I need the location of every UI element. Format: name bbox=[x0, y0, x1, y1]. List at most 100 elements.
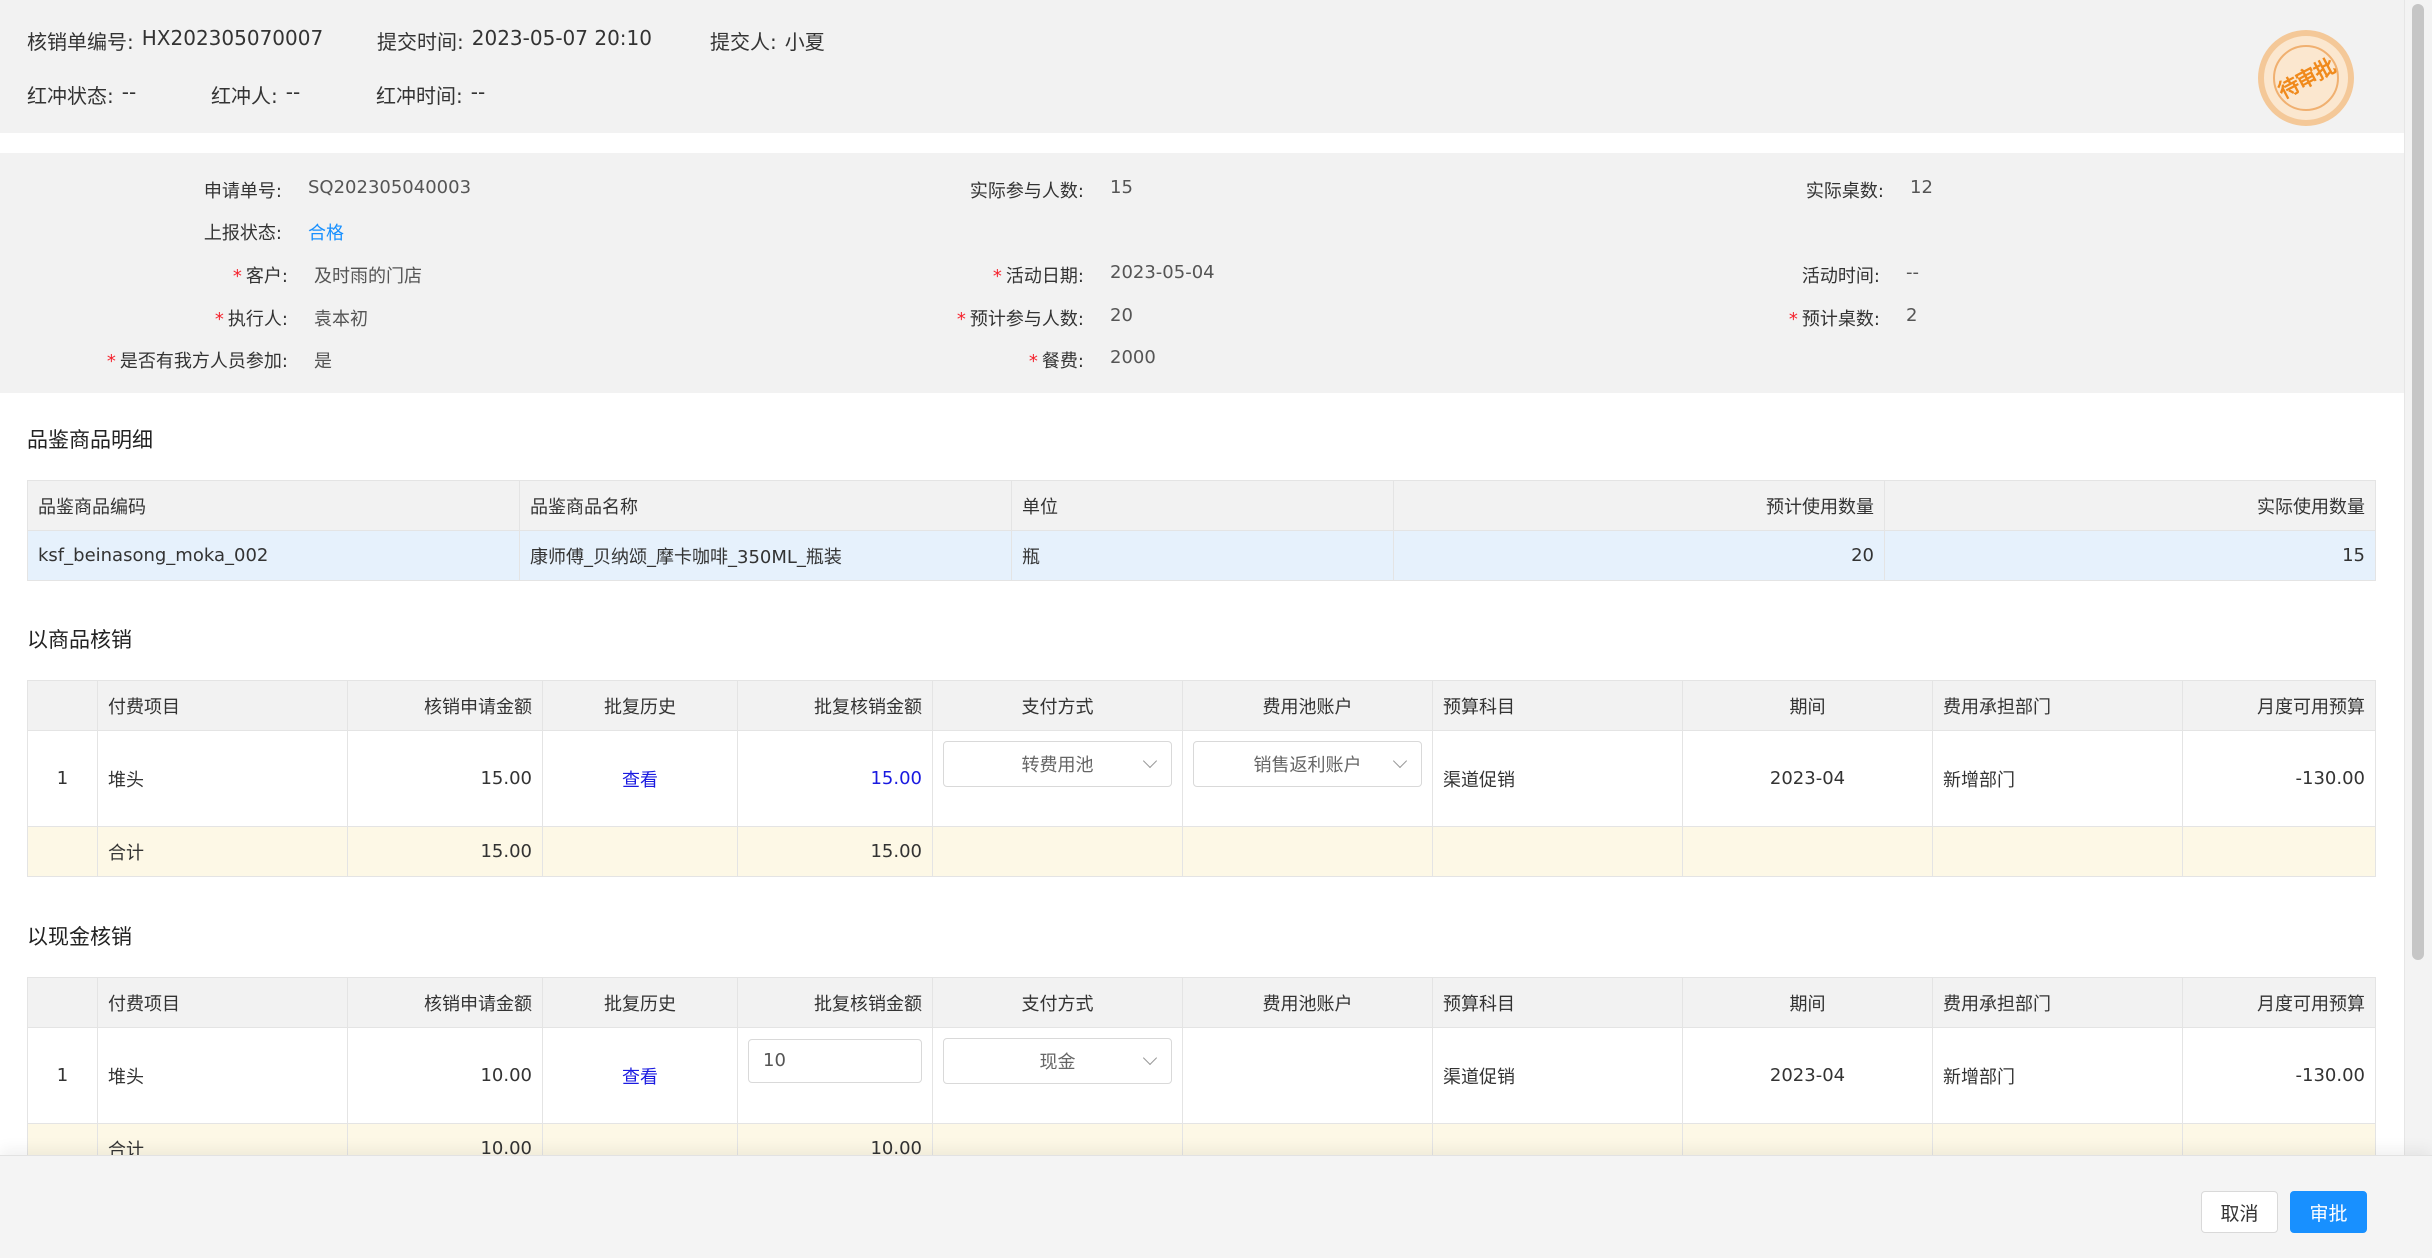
required-mark: * bbox=[1788, 309, 1798, 330]
total-label: 合计 bbox=[97, 826, 348, 877]
cancel-button[interactable]: 取消 bbox=[2201, 1191, 2278, 1233]
column-header: 费用承担部门 bbox=[1932, 680, 2183, 731]
column-header: 核销申请金额 bbox=[347, 680, 543, 731]
pay-method-select[interactable]: 现金 bbox=[943, 1037, 1172, 1084]
pool-account-select[interactable]: 销售返利账户 bbox=[1193, 740, 1422, 787]
fee-item: 堆头 bbox=[97, 730, 348, 827]
scrollbar-thumb[interactable] bbox=[2412, 4, 2424, 960]
column-header: 预计使用数量 bbox=[1393, 480, 1885, 531]
pay-method-value: 转费用池 bbox=[1021, 754, 1094, 776]
view-history-link[interactable]: 查看 bbox=[622, 1067, 658, 1088]
approved-amount-input[interactable]: 10 bbox=[748, 1038, 922, 1083]
period: 2023-04 bbox=[1682, 730, 1933, 827]
column-header: 批复历史 bbox=[542, 977, 738, 1028]
scroll-area[interactable]: 核销单编号: HX202305070007 提交时间: 2023-05-07 2… bbox=[0, 0, 2404, 1155]
approve-button[interactable]: 审批 bbox=[2290, 1191, 2367, 1233]
submitter-group: 提交人: 小夏 bbox=[710, 26, 825, 55]
header-row-1: 核销单编号: HX202305070007 bbox=[27, 26, 323, 55]
submitter-label: 提交人: bbox=[710, 30, 777, 54]
empty-cell bbox=[1682, 1123, 1933, 1155]
product-code: ksf_beinasong_moka_002 bbox=[27, 530, 520, 581]
empty-cell bbox=[27, 826, 98, 877]
column-header: 品鉴商品名称 bbox=[519, 480, 1012, 531]
meal-fee: 2000 bbox=[1110, 347, 1156, 368]
budget-subject: 渠道促销 bbox=[1432, 1027, 1683, 1124]
goods-writeoff-table: 付费项目 核销申请金额 批复历史 批复核销金额 支付方式 费用池账户 预算科目 … bbox=[27, 680, 2376, 877]
customer-label: 客户: bbox=[245, 266, 288, 287]
activity-date-label: 活动日期: bbox=[1005, 266, 1084, 287]
empty-cell bbox=[1182, 1123, 1433, 1155]
empty-cell bbox=[1932, 1123, 2183, 1155]
column-header: 品鉴商品编码 bbox=[27, 480, 520, 531]
approved-amount: 15.00 bbox=[737, 730, 933, 827]
column-header bbox=[27, 977, 98, 1028]
column-header: 费用池账户 bbox=[1182, 977, 1433, 1028]
meal-fee-label: 餐费: bbox=[1041, 351, 1084, 372]
column-header: 预算科目 bbox=[1432, 680, 1683, 731]
row-index: 1 bbox=[27, 1027, 98, 1124]
executor: 袁本初 bbox=[314, 309, 368, 330]
chevron-down-icon bbox=[1142, 1050, 1158, 1065]
product-unit: 瓶 bbox=[1011, 530, 1394, 581]
planned-tables-label: 预计桌数: bbox=[1801, 309, 1880, 330]
footer-bar: 取消 审批 bbox=[0, 1155, 2432, 1258]
view-history-link[interactable]: 查看 bbox=[622, 770, 658, 791]
table-row[interactable]: ksf_beinasong_moka_002 康师傅_贝纳颂_摩卡咖啡_350M… bbox=[27, 530, 2376, 581]
chevron-down-icon bbox=[1142, 753, 1158, 768]
period: 2023-04 bbox=[1682, 1027, 1933, 1124]
submit-time-group: 提交时间: 2023-05-07 20:10 bbox=[377, 26, 652, 55]
column-header: 单位 bbox=[1011, 480, 1394, 531]
required-mark: * bbox=[214, 309, 224, 330]
planned-tables: 2 bbox=[1906, 305, 1918, 326]
activity-info: 申请单号: SQ202305040003 上报状态: 合格 * 客户: 及时雨的门… bbox=[0, 153, 2404, 393]
cash-writeoff-table: 付费项目 核销申请金额 批复历史 批复核销金额 支付方式 费用池账户 预算科目 … bbox=[27, 977, 2376, 1155]
actual-quantity: 15 bbox=[1884, 530, 2376, 581]
required-mark: * bbox=[106, 351, 116, 372]
reverse-person-group: 红冲人: -- bbox=[211, 80, 300, 109]
chevron-down-icon bbox=[1392, 753, 1408, 768]
total-apply-amount: 10.00 bbox=[347, 1123, 543, 1155]
column-header: 付费项目 bbox=[97, 680, 348, 731]
header-band: 核销单编号: HX202305070007 提交时间: 2023-05-07 2… bbox=[0, 0, 2404, 133]
empty-cell bbox=[1432, 826, 1683, 877]
column-header: 批复核销金额 bbox=[737, 977, 933, 1028]
empty-cell bbox=[542, 826, 738, 877]
apply-amount: 10.00 bbox=[347, 1027, 543, 1124]
pool-account bbox=[1182, 1027, 1433, 1124]
empty-cell bbox=[1432, 1123, 1683, 1155]
column-header: 支付方式 bbox=[932, 977, 1183, 1028]
empty-cell bbox=[1682, 826, 1933, 877]
order-no: HX202305070007 bbox=[141, 26, 324, 50]
goods-writeoff-title: 以商品核销 bbox=[27, 628, 132, 652]
total-apply-amount: 15.00 bbox=[347, 826, 543, 877]
reverse-time: -- bbox=[470, 80, 486, 104]
apply-no-label: 申请单号: bbox=[203, 181, 282, 202]
cost-department: 新增部门 bbox=[1932, 730, 2183, 827]
actual-tables: 12 bbox=[1910, 177, 1933, 198]
tasting-table: 品鉴商品编码 品鉴商品名称 单位 预计使用数量 实际使用数量 ksf_beina… bbox=[27, 480, 2376, 581]
vertical-scrollbar[interactable] bbox=[2404, 0, 2432, 1155]
pay-method-select[interactable]: 转费用池 bbox=[943, 740, 1172, 787]
column-header: 批复核销金额 bbox=[737, 680, 933, 731]
fee-item: 堆头 bbox=[97, 1027, 348, 1124]
table-row: 1 堆头 10.00 查看 10 现金 渠道促销 2023-04 新增部门 -1… bbox=[27, 1027, 2376, 1124]
cash-writeoff-title: 以现金核销 bbox=[27, 925, 132, 949]
stamp-inner-ring: 待审批 bbox=[2273, 45, 2339, 111]
column-header: 月度可用预算 bbox=[2182, 680, 2376, 731]
total-label: 合计 bbox=[97, 1123, 348, 1155]
reverse-status: -- bbox=[121, 80, 137, 104]
planned-quantity: 20 bbox=[1393, 530, 1885, 581]
column-header: 期间 bbox=[1682, 977, 1933, 1028]
submitter: 小夏 bbox=[784, 30, 825, 54]
column-header: 月度可用预算 bbox=[2182, 977, 2376, 1028]
column-header: 支付方式 bbox=[932, 680, 1183, 731]
our-staff-label: 是否有我方人员参加: bbox=[119, 351, 288, 372]
pending-approval-stamp: 待审批 bbox=[2258, 30, 2354, 126]
activity-time-label: 活动时间: bbox=[1801, 266, 1880, 287]
column-header: 费用池账户 bbox=[1182, 680, 1433, 731]
monthly-budget: -130.00 bbox=[2182, 1027, 2376, 1124]
empty-cell bbox=[932, 1123, 1183, 1155]
empty-cell bbox=[542, 1123, 738, 1155]
column-header bbox=[27, 680, 98, 731]
column-header: 实际使用数量 bbox=[1884, 480, 2376, 531]
